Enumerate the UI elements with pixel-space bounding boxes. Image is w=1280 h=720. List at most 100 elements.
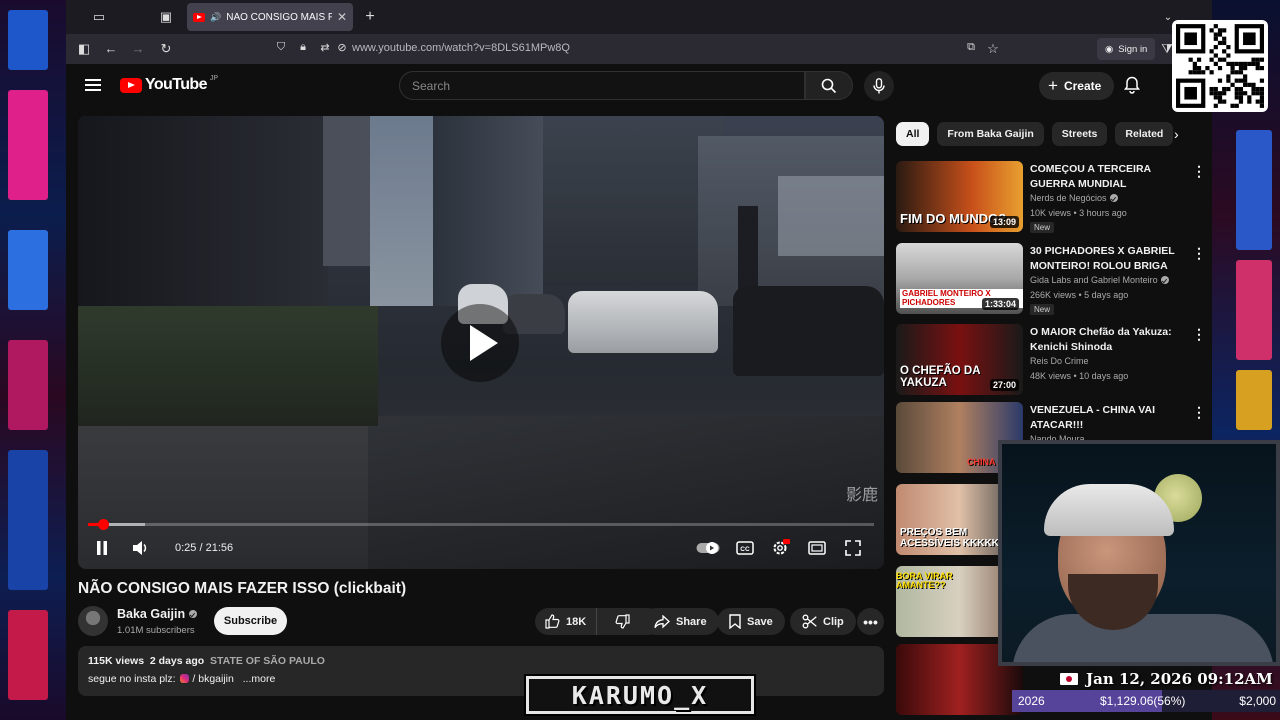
location-link[interactable]: STATE OF SÃO PAULO <box>210 655 325 667</box>
search-button[interactable] <box>805 71 853 100</box>
recommendation-item[interactable]: O CHEFÃO DA YAKUZA 27:00 O MAIOR Chefão … <box>896 324 1212 398</box>
speaker-icon[interactable]: 🔊 <box>210 12 221 23</box>
lock-icon[interactable]: 🔒︎ <box>295 41 311 54</box>
recommendation-title[interactable]: VENEZUELA - CHINA VAI ATACAR!!! <box>1030 403 1190 433</box>
big-play-button[interactable] <box>441 304 519 382</box>
theater-icon <box>808 541 826 555</box>
chip-from-channel[interactable]: From Baka Gaijin <box>937 122 1044 146</box>
chip-all[interactable]: All <box>896 122 930 146</box>
youtube-header: YouTube JP Search + Create <box>66 64 1212 108</box>
search-input[interactable]: Search <box>399 71 805 100</box>
recommendation-title[interactable]: O MAIOR Chefão da Yakuza: Kenichi Shinod… <box>1030 325 1190 355</box>
bookmark-star-icon[interactable]: ☆ <box>985 41 1001 57</box>
permissions-icon[interactable]: ⇄ <box>317 41 333 54</box>
recommendation-channel[interactable]: Nerds de Negócios <box>1030 193 1118 203</box>
tab-list-icon[interactable]: ▣ <box>152 3 180 31</box>
neon-sign <box>8 610 48 700</box>
duration-badge: 27:00 <box>989 379 1019 391</box>
japan-flag-icon <box>1060 673 1078 685</box>
subscribe-button[interactable]: Subscribe <box>214 607 287 635</box>
like-count: 18K <box>566 615 587 628</box>
navigation-bar: ◧ ← → ↻ ⛉ 🔒︎ ⇄ ⊘ www.youtube.com/watch?v… <box>66 34 1212 64</box>
neon-sign <box>1236 370 1272 430</box>
share-icon <box>654 614 670 628</box>
more-vertical-icon[interactable]: ⋮ <box>1192 245 1206 262</box>
building-center <box>433 116 543 306</box>
tab-title: NÃO CONSIGO MAIS FAZER <box>226 11 332 23</box>
current-time: 0:25 <box>175 542 197 554</box>
sky <box>370 116 436 306</box>
save-button[interactable]: Save <box>717 608 785 635</box>
pause-button[interactable] <box>95 539 109 557</box>
search-icon <box>821 78 837 93</box>
voice-search-button[interactable] <box>864 71 894 101</box>
scrubber-knob[interactable] <box>97 519 109 530</box>
goal-target: $2,000 <box>1239 694 1276 708</box>
stream-datetime: Jan 12, 2026 09:12AM <box>1086 670 1273 688</box>
volume-button[interactable] <box>132 539 150 557</box>
recommendation-title[interactable]: COMEÇOU A TERCEIRA GUERRA MUNDIAL <box>1030 162 1190 192</box>
theater-mode-button[interactable] <box>808 539 826 557</box>
url-field[interactable]: www.youtube.com/watch?v=8DLS61MPw8Q <box>352 42 570 54</box>
instagram-icon <box>180 674 190 683</box>
more-vertical-icon[interactable]: ⋮ <box>1192 404 1206 421</box>
tab-bar: ▭ ▣ 🔊 NÃO CONSIGO MAIS FAZER ✕ + ⌄ <box>66 0 1212 34</box>
description-meta: 115K views 2 days ago STATE OF SÃO PAULO <box>88 655 874 667</box>
neon-background-left <box>0 0 66 720</box>
neon-sign <box>8 10 48 70</box>
share-button[interactable]: Share <box>642 608 719 635</box>
video-player[interactable]: 影鹿 0:25 / 21:56 CC <box>78 116 884 569</box>
description-box[interactable]: 115K views 2 days ago STATE OF SÃO PAULO… <box>78 646 884 696</box>
storefront-lights <box>778 176 884 256</box>
shield-icon[interactable]: ⛉ <box>273 41 289 54</box>
picture-in-picture-icon[interactable]: ⧉ <box>963 41 979 54</box>
neon-sign <box>8 340 48 430</box>
video-thumbnail[interactable]: GABRIEL MONTEIRO X PICHADORES 1:33:04 <box>896 243 1023 314</box>
reload-button[interactable]: ↻ <box>158 41 174 57</box>
recommendation-channel[interactable]: Gida Labs and Gabriel Monteiro <box>1030 275 1169 285</box>
tab-youtube-video[interactable]: 🔊 NÃO CONSIGO MAIS FAZER ✕ <box>187 3 353 31</box>
neon-sign <box>8 230 48 310</box>
recommendation-item[interactable]: FIM DO MUNDO? 13:09 COMEÇOU A TERCEIRA G… <box>896 161 1212 235</box>
sign-in-button[interactable]: ◉ Sign in <box>1097 38 1156 60</box>
sidebar-toggle-icon[interactable]: ▭ <box>84 3 114 31</box>
recommendation-channel[interactable]: Reis Do Crime <box>1030 356 1089 366</box>
video-thumbnail[interactable]: O CHEFÃO DA YAKUZA 27:00 <box>896 324 1023 395</box>
instagram-link[interactable]: / bkgaijin <box>192 673 233 685</box>
progress-bar[interactable] <box>88 519 874 530</box>
sidebar-icon[interactable]: ◧ <box>76 41 92 57</box>
settings-button[interactable] <box>772 539 790 557</box>
chevron-right-icon[interactable]: › <box>1174 126 1179 142</box>
video-thumbnail[interactable]: FIM DO MUNDO? 13:09 <box>896 161 1023 232</box>
create-button[interactable]: + Create <box>1039 72 1115 100</box>
back-button[interactable]: ← <box>103 41 119 56</box>
autoplay-toggle[interactable] <box>696 539 720 557</box>
forward-button[interactable]: → <box>130 41 146 56</box>
recommendation-title[interactable]: 30 PICHADORES X GABRIEL MONTEIRO! ROLOU … <box>1030 244 1190 274</box>
notifications-button[interactable] <box>1124 76 1140 99</box>
create-label: Create <box>1063 79 1102 93</box>
menu-icon[interactable] <box>85 79 101 91</box>
captions-button[interactable]: CC <box>736 539 754 557</box>
chip-related[interactable]: Related <box>1115 122 1174 146</box>
channel-name-link[interactable]: Baka Gaijin <box>117 607 198 621</box>
more-vertical-icon[interactable]: ⋮ <box>1192 326 1206 343</box>
view-count: 115K views <box>88 655 145 667</box>
autoplay-blocked-icon[interactable]: ⊘ <box>334 41 350 54</box>
recommendation-chips: All From Baka Gaijin Streets Related <box>896 122 1174 146</box>
youtube-logo[interactable]: YouTube JP <box>120 75 218 94</box>
channel-name: Gida Labs and Gabriel Monteiro <box>1030 275 1158 285</box>
chip-streets[interactable]: Streets <box>1051 122 1108 146</box>
more-actions-button[interactable]: ••• <box>857 608 884 635</box>
recommendation-item[interactable]: GABRIEL MONTEIRO X PICHADORES 1:33:04 30… <box>896 243 1212 317</box>
new-tab-button[interactable]: + <box>356 3 384 31</box>
fullscreen-button[interactable] <box>845 539 861 557</box>
tab-close-icon[interactable]: ✕ <box>337 10 347 24</box>
clip-button[interactable]: Clip <box>790 608 856 635</box>
share-label: Share <box>676 615 707 628</box>
channel-avatar[interactable] <box>78 606 108 636</box>
more-vertical-icon[interactable]: ⋮ <box>1192 163 1206 180</box>
like-button[interactable]: 18K <box>535 608 598 635</box>
more-link[interactable]: ...more <box>243 673 276 685</box>
dislike-button[interactable] <box>603 608 642 635</box>
